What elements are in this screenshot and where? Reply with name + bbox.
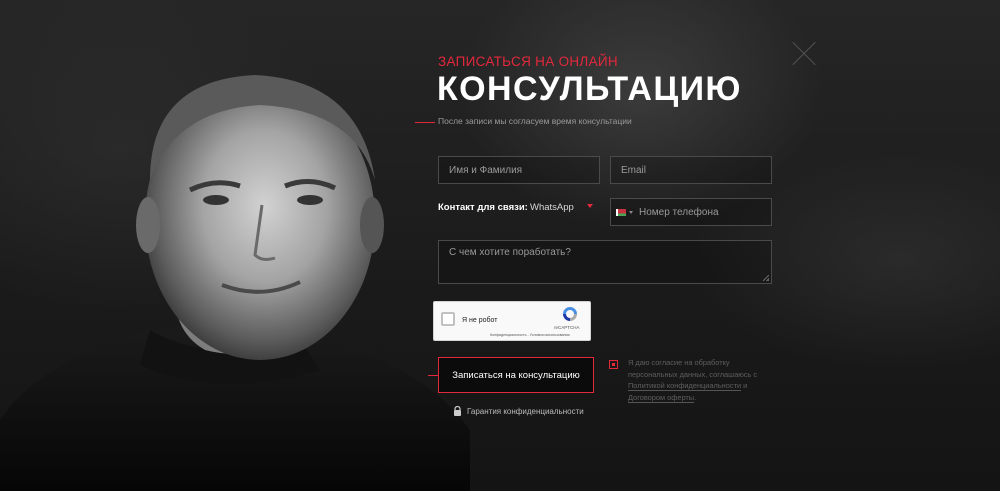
name-field-wrapper [438,156,600,184]
belarus-flag-icon[interactable] [616,208,626,216]
submit-button-label: Записаться на консультацию [452,369,580,381]
subheading: ЗАПИСАТЬСЯ НА ОНЛАЙН [438,54,618,69]
chevron-down-icon[interactable] [587,204,593,208]
name-input[interactable] [449,164,589,176]
privacy-policy-link[interactable]: Политикой конфиденциальности [628,381,742,391]
hint-text: После записи мы согласуем время консульт… [438,116,632,126]
privacy-guarantee: Гарантия конфиденциальности [453,406,584,416]
portrait-photo [0,75,470,491]
consent-text-before: Я даю согласие на обработку персональных… [628,358,758,379]
contact-method-select[interactable]: WhatsApp [530,202,574,213]
phone-field-wrapper [610,198,772,226]
message-field-wrapper [438,240,772,284]
consent-text: Я даю согласие на обработку персональных… [628,357,778,403]
submit-button[interactable]: Записаться на консультацию [438,357,594,393]
page-title: КОНСУЛЬТАЦИЮ [437,70,742,108]
country-dropdown-icon[interactable] [629,210,633,214]
offer-contract-link[interactable]: Договором оферты [628,392,695,403]
message-textarea[interactable] [449,247,761,279]
recaptcha-privacy-link[interactable]: Конфиденциальность [490,333,526,337]
consent-text-middle: и [741,381,748,390]
hint-divider [415,122,435,123]
lock-icon [454,406,461,416]
consent-checkbox[interactable] [609,360,618,369]
recaptcha-logo-icon [563,307,577,321]
email-input[interactable] [621,164,761,176]
email-field-wrapper [610,156,772,184]
consent-text-after: . [694,392,697,402]
recaptcha-widget: Я не робот reCAPTCHA Конфиденциальность … [433,301,591,341]
resize-handle[interactable] [763,275,769,281]
recaptcha-checkbox[interactable] [441,312,455,326]
close-icon[interactable] [790,40,818,68]
recaptcha-label: Я не робот [462,317,498,324]
recaptcha-terms-link[interactable]: Условия использования [530,333,570,337]
recaptcha-brand: reCAPTCHA [554,325,580,330]
recaptcha-links: Конфиденциальность - Условия использован… [490,333,570,337]
phone-input[interactable] [639,206,761,218]
contact-label: Контакт для связи: [438,202,528,213]
privacy-label: Гарантия конфиденциальности [467,406,584,416]
